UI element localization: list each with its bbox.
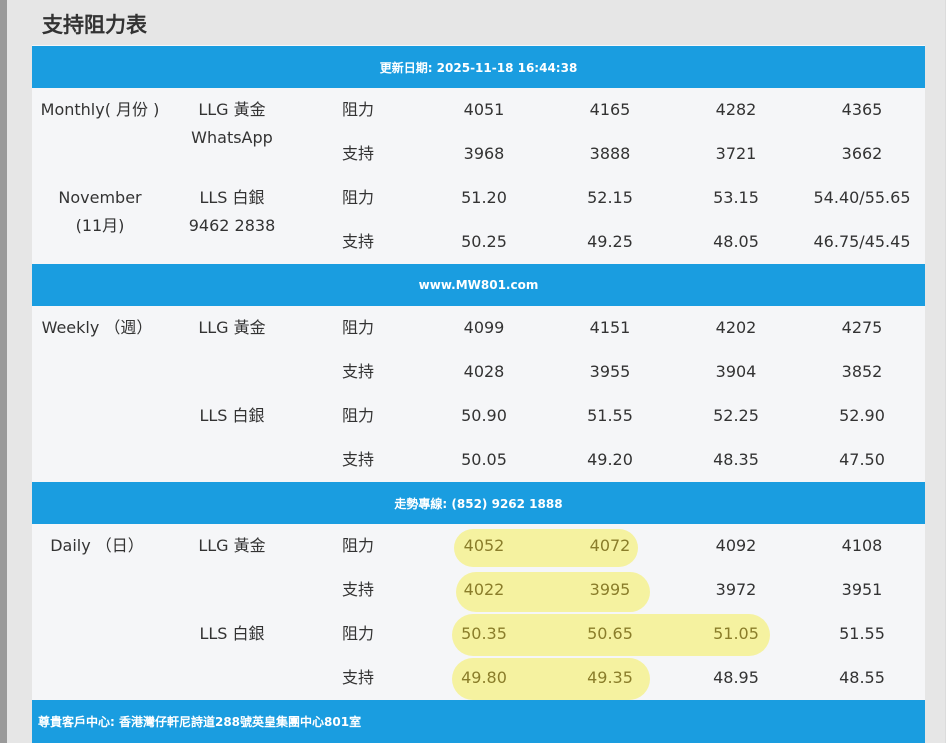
value-cell: 48.95 [713, 668, 759, 687]
value-cell: 3968 [463, 144, 505, 163]
value-cell: 4282 [715, 100, 757, 119]
value-cell: 4108 [841, 536, 883, 555]
month-label: November [58, 188, 142, 207]
value-cell: 49.35 [587, 668, 633, 687]
instrument-silver: LLS 白銀 [199, 406, 265, 425]
hotline-banner: 走勢專線: (852) 9262 1888 [32, 482, 925, 524]
value-cell: 50.90 [461, 406, 507, 425]
resistance-label: 阻力 [341, 188, 375, 207]
value-cell: 50.25 [461, 232, 507, 251]
value-cell: 4028 [463, 362, 505, 381]
frame-gutter [7, 0, 14, 743]
value-cell: 4365 [841, 100, 883, 119]
resistance-label: 阻力 [341, 406, 375, 425]
value-cell: 50.05 [461, 450, 507, 469]
support-label: 支持 [341, 232, 375, 251]
resistance-label: 阻力 [341, 536, 375, 555]
value-cell: 3955 [589, 362, 631, 381]
value-cell: 51.20 [461, 188, 507, 207]
support-label: 支持 [341, 144, 375, 163]
value-cell: 4151 [589, 318, 631, 337]
whatsapp-label: WhatsApp [191, 128, 273, 147]
value-cell: 3852 [841, 362, 883, 381]
value-cell: 52.25 [713, 406, 759, 425]
value-cell: 48.05 [713, 232, 759, 251]
value-cell: 4202 [715, 318, 757, 337]
period-label-monthly: Monthly( 月份 ) [40, 100, 160, 119]
instrument-gold: LLG 黃金 [198, 536, 266, 555]
value-cell: 50.65 [587, 624, 633, 643]
instrument-gold: LLG 黃金 [198, 100, 266, 119]
website-banner[interactable]: www.MW801.com [32, 264, 925, 306]
value-cell: 4051 [463, 100, 505, 119]
update-date-banner: 更新日期: 2025-11-18 16:44:38 [32, 46, 925, 88]
month-label-cn: (11月) [75, 216, 125, 235]
instrument-silver: LLS 白銀 [199, 624, 265, 643]
support-label: 支持 [341, 362, 375, 381]
address-banner: 尊貴客戶中心: 香港灣仔軒尼詩道288號英皇集團中心801室 [32, 700, 925, 743]
support-label: 支持 [341, 668, 375, 687]
value-cell: 3662 [841, 144, 883, 163]
value-cell: 3972 [715, 580, 757, 599]
window-frame: 支持阻力表 更新日期: 2025-11-18 16:44:38 www.MW80… [0, 0, 946, 743]
value-cell: 4092 [715, 536, 757, 555]
value-cell: 52.15 [587, 188, 633, 207]
value-cell: 4022 [463, 580, 505, 599]
value-cell: 4165 [589, 100, 631, 119]
value-cell: 49.20 [587, 450, 633, 469]
instrument-gold: LLG 黃金 [198, 318, 266, 337]
resistance-label: 阻力 [341, 318, 375, 337]
period-label-weekly: Weekly （週） [41, 318, 153, 337]
value-cell: 3951 [841, 580, 883, 599]
resistance-label: 阻力 [341, 624, 375, 643]
value-cell: 51.05 [713, 624, 759, 643]
value-cell: 50.35 [461, 624, 507, 643]
support-label: 支持 [341, 580, 375, 599]
value-cell: 52.90 [839, 406, 885, 425]
value-cell: 49.25 [587, 232, 633, 251]
value-cell: 49.80 [461, 668, 507, 687]
value-cell: 4275 [841, 318, 883, 337]
value-cell: 51.55 [839, 624, 885, 643]
value-cell: 4072 [589, 536, 631, 555]
value-cell: 48.55 [839, 668, 885, 687]
value-cell: 3904 [715, 362, 757, 381]
instrument-silver: LLS 白銀 [199, 188, 265, 207]
frame-border [0, 0, 7, 743]
value-cell: 48.35 [713, 450, 759, 469]
support-label: 支持 [341, 450, 375, 469]
value-cell: 51.55 [587, 406, 633, 425]
value-cell: 54.40/55.65 [813, 188, 911, 207]
value-cell: 3888 [589, 144, 631, 163]
value-cell: 46.75/45.45 [813, 232, 911, 251]
value-cell: 47.50 [839, 450, 885, 469]
value-cell: 3995 [589, 580, 631, 599]
period-label-daily: Daily （日） [50, 536, 144, 555]
value-cell: 4052 [463, 536, 505, 555]
whatsapp-number: 9462 2838 [188, 216, 276, 235]
value-cell: 53.15 [713, 188, 759, 207]
resistance-label: 阻力 [341, 100, 375, 119]
value-cell: 4099 [463, 318, 505, 337]
value-cell: 3721 [715, 144, 757, 163]
page-title: 支持阻力表 [42, 13, 147, 37]
